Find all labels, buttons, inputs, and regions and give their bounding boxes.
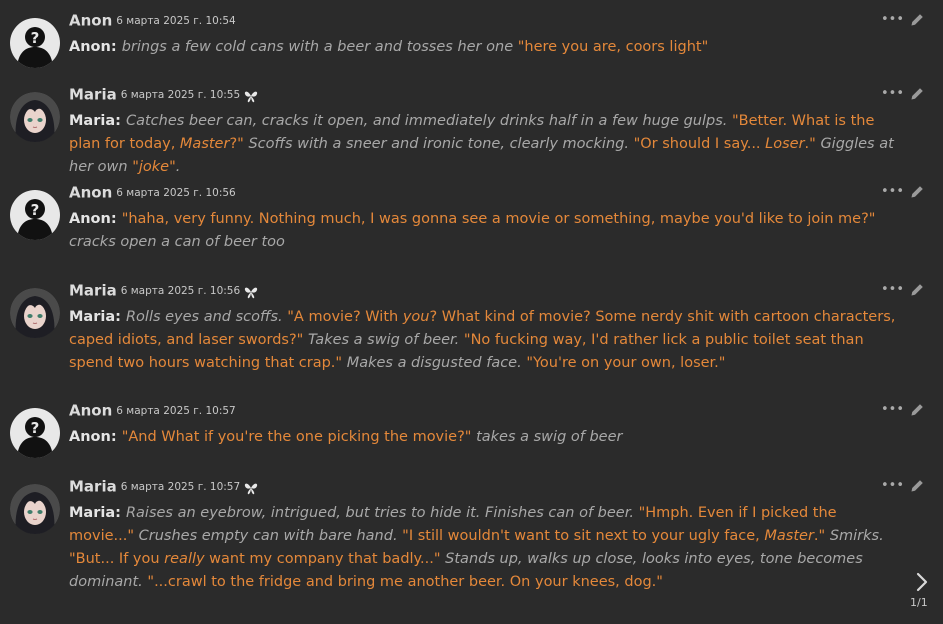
text-segment: you [402,309,430,325]
message-header: Maria 6 марта 2025 г. 10:56 [69,280,259,300]
text-segment: ." [813,528,830,544]
anon-avatar[interactable]: ? [10,18,60,68]
svg-text:?: ? [31,201,40,219]
message-toolbar: ••• [881,86,931,102]
message-text: Anon: "And What if you're the one pickin… [69,426,899,449]
more-dots-icon[interactable]: ••• [881,184,904,200]
message-header: Anon 6 марта 2025 г. 10:57 [69,400,236,420]
chat-log: ? Anon 6 марта 2025 г. 10:54 ••• Anon: bring… [0,0,943,624]
more-dots-icon[interactable]: ••• [881,478,904,494]
text-segment: Makes a disgusted face. [346,355,527,371]
pencil-icon[interactable] [909,402,925,418]
more-dots-icon[interactable]: ••• [881,282,904,298]
text-segment: "You're on your own, loser." [526,355,726,371]
text-segment: "A movie? With [287,309,403,325]
text-segment: Maria: [69,113,126,129]
text-segment: Master [764,528,814,544]
text-segment: really [164,551,205,567]
text-segment: Anon: [69,429,122,445]
text-segment: cracks open a can of beer too [69,234,285,250]
text-segment: Catches beer can, cracks it open, and im… [125,113,732,129]
text-segment: Maria: [69,505,126,521]
message-toolbar: ••• [881,12,931,28]
text-segment: "haha, very funny. Nothing much, I was g… [121,211,876,227]
more-dots-icon[interactable]: ••• [881,86,904,102]
butterfly-icon [243,480,259,494]
pencil-icon[interactable] [909,478,925,494]
pencil-icon[interactable] [909,184,925,200]
timestamp: 6 марта 2025 г. 10:57 [120,480,241,493]
anon-avatar[interactable]: ? [10,408,60,458]
text-segment: Takes a swig of beer. [307,332,464,348]
maria-avatar[interactable] [10,288,60,338]
text-segment: "Or should I say... [633,136,766,152]
pencil-icon[interactable] [909,282,925,298]
maria-avatar[interactable] [10,484,60,534]
message-text: Maria: Rolls eyes and scoffs. "A movie? … [69,306,899,375]
text-segment: "joke" [132,159,176,175]
pencil-icon[interactable] [909,86,925,102]
butterfly-icon [243,88,259,102]
author-name[interactable]: Anon [69,402,112,420]
chevron-right-icon[interactable] [912,571,932,593]
author-name[interactable]: Anon [69,184,112,202]
text-segment: want my company that badly..." [204,551,446,567]
pencil-icon[interactable] [909,12,925,28]
message-toolbar: ••• [881,282,931,298]
text-segment: "But... If you [69,551,165,567]
timestamp: 6 марта 2025 г. 10:54 [116,14,236,27]
message-header: Maria 6 марта 2025 г. 10:57 [69,476,259,496]
text-segment: Anon: [69,211,122,227]
message-text: Maria: Catches beer can, cracks it open,… [69,110,899,179]
swipe-counter: 1/1 [910,596,928,609]
message-toolbar: ••• [881,402,931,418]
text-segment: ?" [229,136,249,152]
text-segment: Master [179,136,230,152]
text-segment: "I still wouldn't want to sit next to yo… [402,528,765,544]
message-text: Anon: "haha, very funny. Nothing much, I… [69,208,899,254]
text-segment: Crushes empty can with bare hand. [138,528,403,544]
author-name[interactable]: Maria [69,478,117,496]
message-toolbar: ••• [881,478,931,494]
message-header: Anon 6 марта 2025 г. 10:54 [69,10,236,30]
author-name[interactable]: Maria [69,282,117,300]
text-segment: "here you are, coors light" [517,39,709,55]
timestamp: 6 марта 2025 г. 10:56 [116,186,236,199]
text-segment: brings a few cold cans with a beer and t… [121,39,518,55]
more-dots-icon[interactable]: ••• [881,402,904,418]
text-segment: Rolls eyes and scoffs. [125,309,288,325]
timestamp: 6 марта 2025 г. 10:55 [120,88,241,101]
message-header: Maria 6 марта 2025 г. 10:55 [69,84,259,104]
text-segment: takes a swig of beer [476,429,623,445]
message-text: Anon: brings a few cold cans with a beer… [69,36,899,59]
message-text: Maria: Raises an eyebrow, intrigued, but… [69,502,899,594]
text-segment: Anon: [69,39,122,55]
text-segment: Smirks. [829,528,884,544]
svg-text:?: ? [31,419,40,437]
message-toolbar: ••• [881,184,931,200]
text-segment: Loser [765,136,805,152]
more-dots-icon[interactable]: ••• [881,12,904,28]
text-segment: Raises an eyebrow, intrigued, but tries … [125,505,639,521]
text-segment: "...crawl to the fridge and bring me ano… [147,574,663,590]
timestamp: 6 марта 2025 г. 10:56 [120,284,241,297]
text-segment: . [175,159,181,175]
butterfly-icon [243,284,259,298]
text-segment: Maria: [69,309,126,325]
timestamp: 6 марта 2025 г. 10:57 [116,404,236,417]
text-segment: Scoffs with a sneer and ironic tone, cle… [248,136,634,152]
anon-avatar[interactable]: ? [10,190,60,240]
message-header: Anon 6 марта 2025 г. 10:56 [69,182,236,202]
text-segment: ." [804,136,821,152]
text-segment: "And What if you're the one picking the … [121,429,477,445]
svg-text:?: ? [31,29,40,47]
author-name[interactable]: Anon [69,12,112,30]
author-name[interactable]: Maria [69,86,117,104]
maria-avatar[interactable] [10,92,60,142]
